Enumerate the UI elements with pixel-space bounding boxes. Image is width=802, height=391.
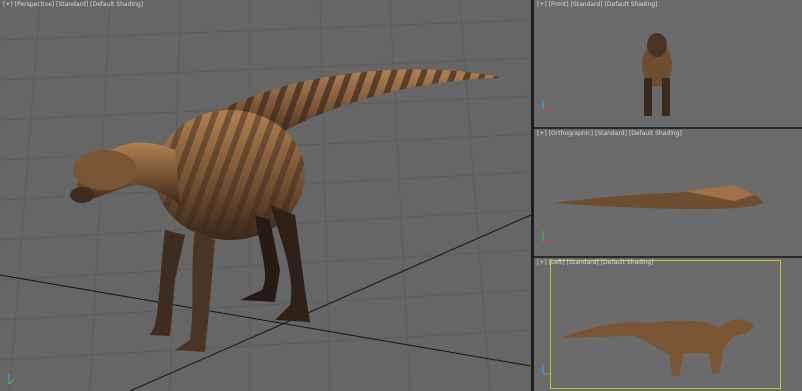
top-view-model xyxy=(554,185,764,209)
axis-gizmo-icon xyxy=(542,231,552,242)
axis-gizmo-icon xyxy=(542,364,552,375)
left-view-model xyxy=(559,319,754,376)
axis-gizmo-icon xyxy=(542,100,552,111)
perspective-viewport[interactable]: [+] [Perspective] [Standard] [Default Shadi… xyxy=(0,0,531,391)
front-viewport[interactable]: [+] [Front] [Standard] [Default Shading] xyxy=(534,0,802,127)
left-viewport[interactable]: [+] [Left] [Standard] [Default Shading] xyxy=(534,258,802,391)
front-viewport-label[interactable]: [+] [Front] [Standard] [Default Shading] xyxy=(537,1,659,9)
axis-gizmo-icon xyxy=(8,374,18,385)
left-viewport-label[interactable]: [+] [Left] [Standard] [Default Shading] xyxy=(537,259,656,267)
orthographic-viewport-label[interactable]: [+] [Orthographic] [Standard] [Default Shad… xyxy=(537,130,684,138)
orthographic-viewport[interactable]: [+] [Orthographic] [Standard] [Default Shad… xyxy=(534,129,802,256)
perspective-viewport-label[interactable]: [+] [Perspective] [Standard] [Default Shadi… xyxy=(3,1,145,9)
perspective-grid xyxy=(0,0,531,391)
front-view-model xyxy=(642,33,672,116)
